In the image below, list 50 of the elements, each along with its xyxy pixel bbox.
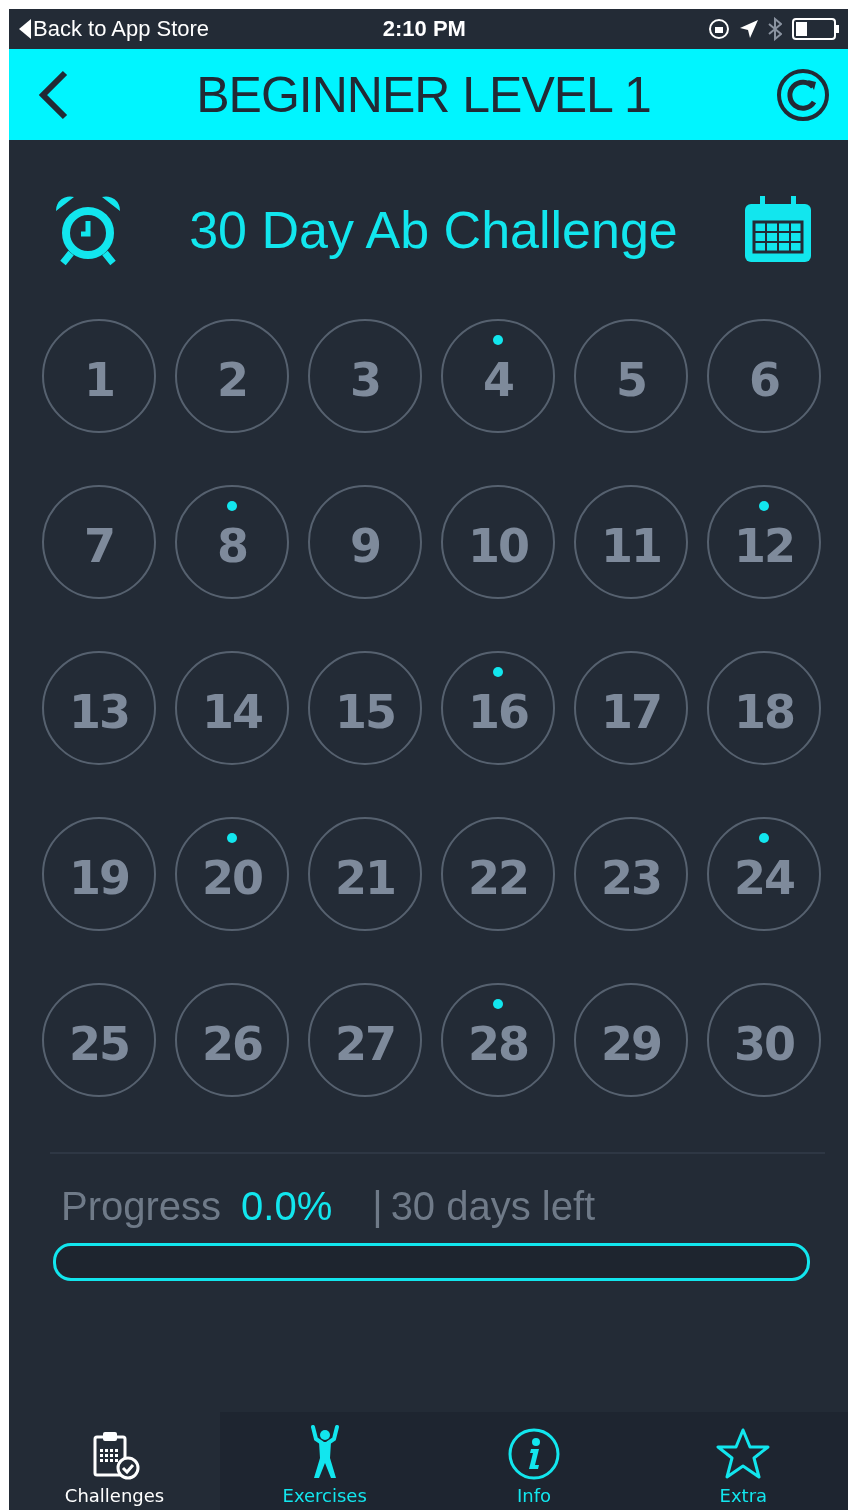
day-button[interactable]: 3 <box>308 319 422 433</box>
tab[interactable]: Info <box>429 1412 639 1510</box>
tab[interactable]: Extra <box>638 1412 848 1510</box>
status-time: 2:10 PM <box>382 16 466 42</box>
star-icon <box>715 1427 772 1481</box>
back-triangle-icon <box>19 19 31 39</box>
day-button[interactable]: 13 <box>42 651 156 765</box>
progress-value: 0.0% <box>241 1184 333 1229</box>
day-button[interactable]: 22 <box>441 817 555 931</box>
day-button[interactable]: 2 <box>175 319 289 433</box>
day-button[interactable]: 4 <box>441 319 555 433</box>
challenge-title: 30 Day Ab Challenge <box>188 200 679 260</box>
day-button[interactable]: 18 <box>707 651 821 765</box>
tab[interactable]: Exercises <box>220 1412 430 1510</box>
day-button[interactable]: 20 <box>175 817 289 931</box>
bluetooth-icon <box>768 17 782 41</box>
back-to-app-store-link[interactable]: Back to App Store <box>19 16 210 42</box>
separator: | <box>372 1184 383 1229</box>
day-button[interactable]: 15 <box>308 651 422 765</box>
day-button[interactable]: 24 <box>707 817 821 931</box>
day-button[interactable]: 14 <box>175 651 289 765</box>
day-button[interactable]: 27 <box>308 983 422 1097</box>
rotation-lock-icon <box>708 18 730 40</box>
day-button[interactable]: 25 <box>42 983 156 1097</box>
reset-icon[interactable] <box>776 67 830 122</box>
header-title: BEGINNER LEVEL 1 <box>195 65 652 124</box>
day-button[interactable]: 30 <box>707 983 821 1097</box>
day-button[interactable]: 29 <box>574 983 688 1097</box>
day-button[interactable]: 9 <box>308 485 422 599</box>
day-button[interactable]: 23 <box>574 817 688 931</box>
day-button[interactable]: 21 <box>308 817 422 931</box>
day-button[interactable]: 6 <box>707 319 821 433</box>
day-button[interactable]: 28 <box>441 983 555 1097</box>
location-arrow-icon <box>740 20 758 38</box>
day-button[interactable]: 12 <box>707 485 821 599</box>
day-button[interactable]: 10 <box>441 485 555 599</box>
day-button[interactable]: 11 <box>574 485 688 599</box>
day-button[interactable]: 7 <box>42 485 156 599</box>
day-button[interactable]: 1 <box>42 319 156 433</box>
days-left: 30 days left <box>390 1184 596 1229</box>
day-button[interactable]: 8 <box>175 485 289 599</box>
day-button[interactable]: 16 <box>441 651 555 765</box>
battery-icon <box>792 18 840 40</box>
progress-label: Progress <box>61 1184 222 1229</box>
day-button[interactable]: 17 <box>574 651 688 765</box>
day-button[interactable]: 19 <box>42 817 156 931</box>
day-button[interactable]: 5 <box>574 319 688 433</box>
day-button[interactable]: 26 <box>175 983 289 1097</box>
tab[interactable]: Challenges <box>9 1412 220 1510</box>
info-icon <box>507 1427 561 1481</box>
